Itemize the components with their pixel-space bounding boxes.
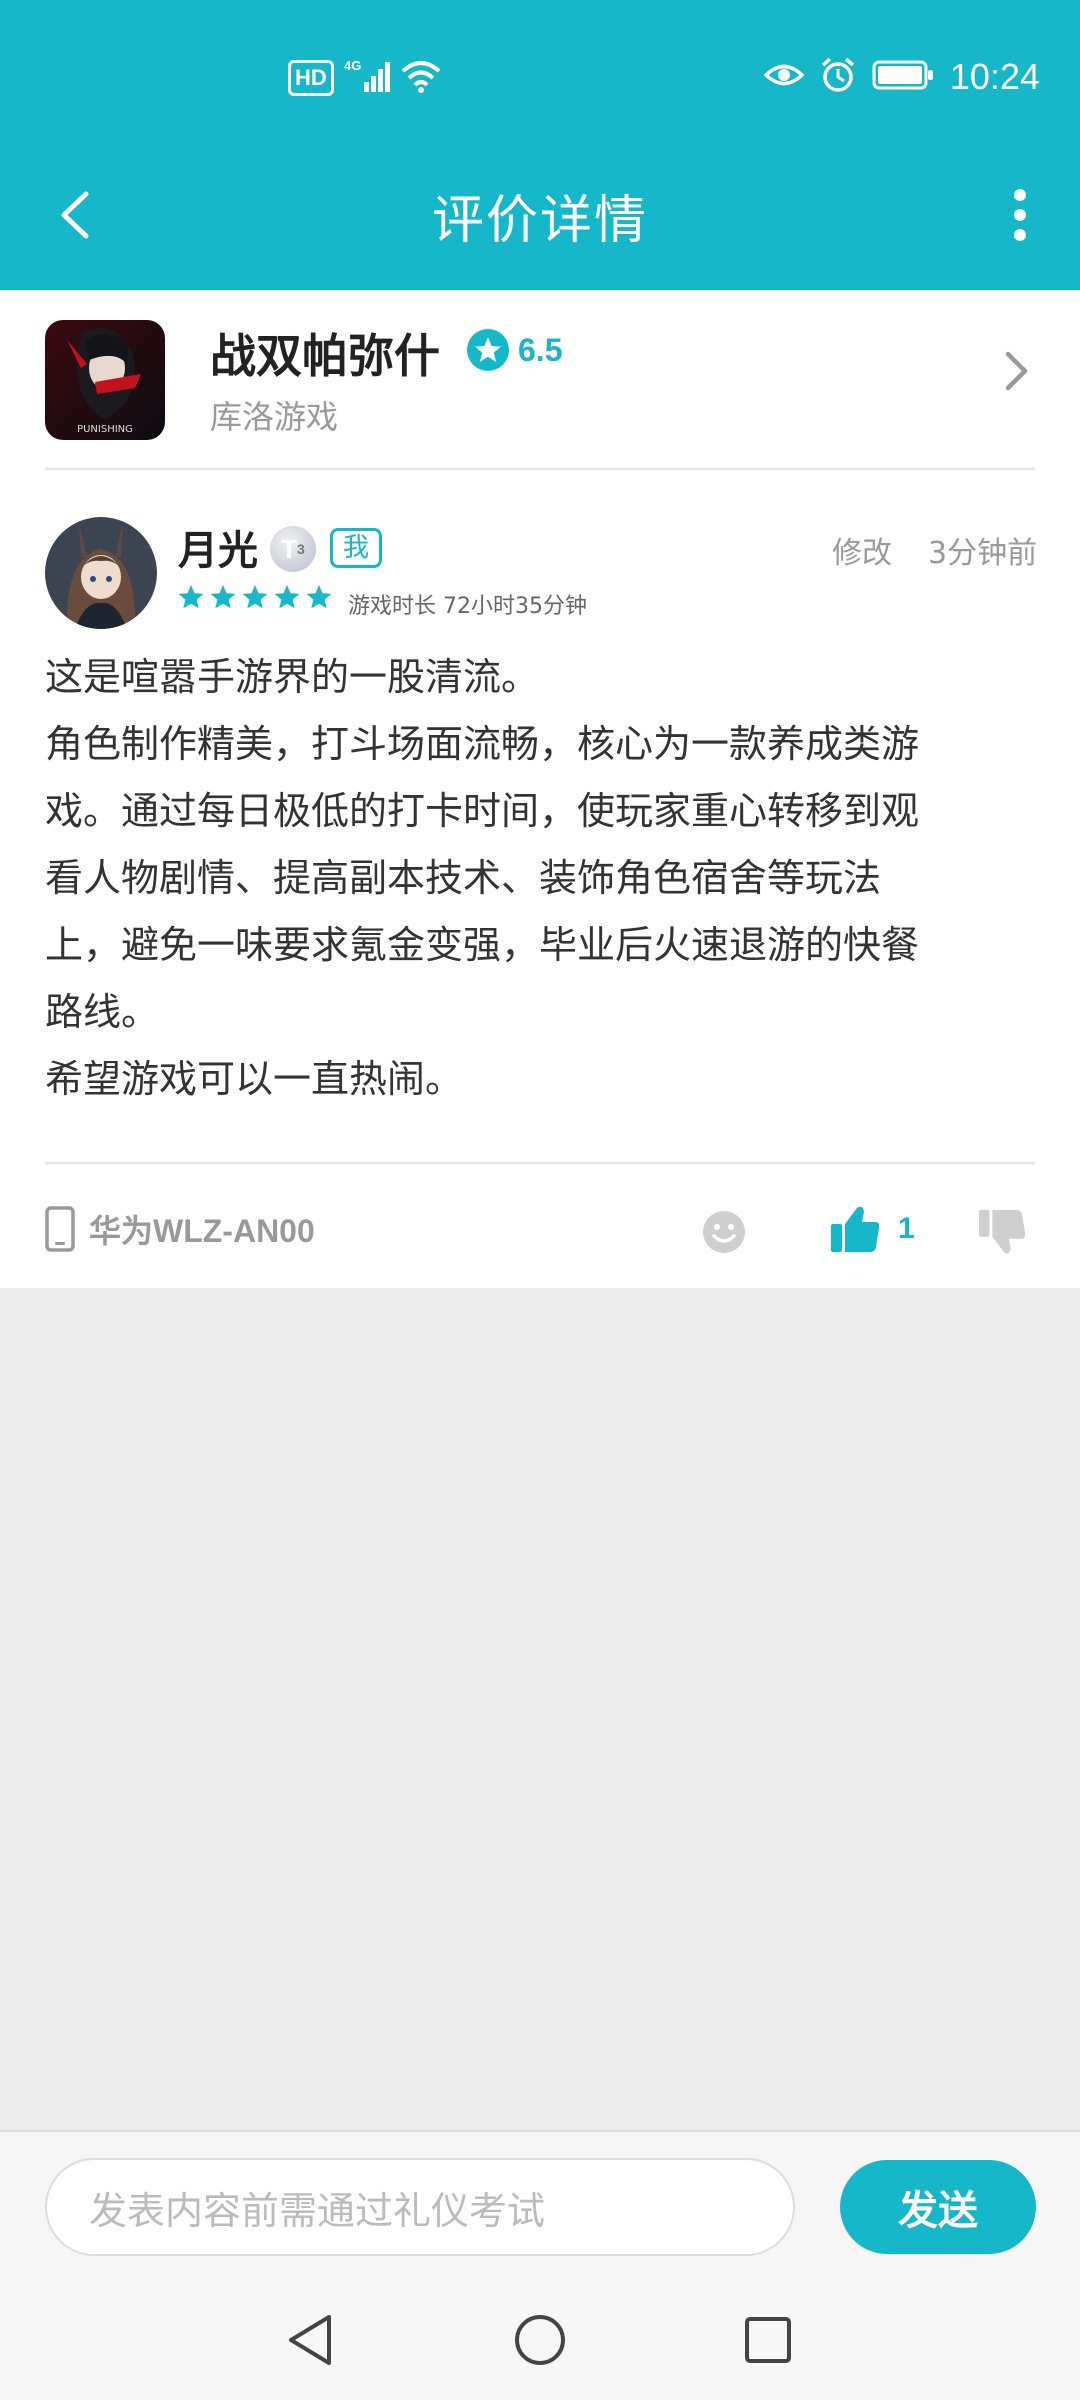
nav-back-button[interactable] bbox=[280, 2310, 340, 2370]
nav-home-button[interactable] bbox=[510, 2310, 570, 2370]
review-line: 这是喧嚣手游界的一股清流。 bbox=[45, 655, 540, 699]
review-line: 希望游戏可以一直热闹。 bbox=[45, 1057, 464, 1101]
thumbs-down-icon bbox=[978, 1209, 1026, 1254]
star-icon bbox=[210, 585, 236, 609]
more-button[interactable] bbox=[990, 180, 1050, 250]
status-right: 10:24 bbox=[763, 56, 1040, 98]
comment-bar: 发表内容前需通过礼仪考试 发送 bbox=[0, 2130, 1080, 2280]
eye-icon bbox=[763, 60, 805, 94]
avatar[interactable] bbox=[45, 517, 157, 629]
svg-text:PUNISHING: PUNISHING bbox=[77, 424, 133, 435]
divider bbox=[45, 1162, 1035, 1164]
level-badge-number: 3 bbox=[297, 541, 305, 557]
review-line: 戏。通过每日极低的打卡时间，使玩家重心转移到观 bbox=[45, 789, 920, 833]
status-bar: HD 4G 10:24 bbox=[0, 0, 1080, 160]
review-footer: 华为WLZ-AN00 1 bbox=[0, 1170, 1080, 1288]
emoji-button[interactable] bbox=[702, 1210, 746, 1258]
rating-value: 6.5 bbox=[518, 331, 563, 368]
system-nav-bar bbox=[0, 2280, 1080, 2400]
review-line: 上，避免一味要求氪金变强，毕业后火速退游的快餐 bbox=[45, 923, 920, 967]
star-badge-icon bbox=[467, 329, 509, 371]
wifi-icon bbox=[400, 59, 442, 97]
more-vertical-icon bbox=[1014, 189, 1026, 241]
star-icon bbox=[274, 585, 300, 609]
thumbs-up-icon bbox=[831, 1206, 880, 1252]
status-left: HD 4G bbox=[288, 58, 442, 98]
like-count: 1 bbox=[898, 1212, 915, 1245]
smiley-icon bbox=[703, 1211, 745, 1253]
game-rating: 6.5 bbox=[466, 328, 562, 372]
review-card: PUNISHING 战双帕弥什 6.5 库洛游戏 月光 T 3 我 修改 3分钟… bbox=[0, 290, 1080, 1288]
edit-button[interactable]: 修改 bbox=[832, 528, 892, 572]
phone-icon bbox=[45, 1206, 75, 1252]
review-line: 角色制作精美，打斗场面流畅，核心为一款养成类游 bbox=[45, 722, 920, 766]
star-icon bbox=[306, 585, 332, 609]
game-name[interactable]: 战双帕弥什 bbox=[210, 320, 440, 386]
game-icon[interactable]: PUNISHING bbox=[45, 320, 165, 440]
star-rating bbox=[178, 584, 332, 610]
dislike-button[interactable] bbox=[978, 1208, 1026, 1260]
me-badge: 我 bbox=[330, 528, 383, 568]
comment-input[interactable]: 发表内容前需通过礼仪考试 bbox=[45, 2158, 795, 2256]
game-info-row[interactable]: PUNISHING 战双帕弥什 6.5 库洛游戏 bbox=[0, 290, 1080, 470]
nav-recents-button[interactable] bbox=[738, 2310, 798, 2370]
svg-text:4G: 4G bbox=[344, 58, 361, 73]
user-name[interactable]: 月光 bbox=[178, 518, 258, 576]
star-icon bbox=[242, 585, 268, 609]
level-badge: T 3 bbox=[270, 526, 316, 572]
signal-icon: 4G bbox=[344, 58, 390, 98]
page-title: 评价详情 bbox=[431, 191, 648, 251]
circle-home-icon bbox=[515, 2315, 565, 2365]
square-recents-icon bbox=[745, 2317, 791, 2363]
hd-icon: HD bbox=[288, 60, 334, 96]
review-line: 看人物剧情、提高副本技术、装饰角色宿舍等玩法 bbox=[45, 856, 882, 900]
triangle-back-icon bbox=[289, 2315, 331, 2365]
like-button[interactable]: 1 bbox=[830, 1204, 915, 1254]
publisher-name: 库洛游戏 bbox=[210, 398, 339, 436]
device-info: 华为WLZ-AN00 bbox=[45, 1206, 315, 1252]
clock: 10:24 bbox=[949, 56, 1040, 97]
chevron-right-icon[interactable] bbox=[1004, 350, 1030, 396]
title-bar: 评价详情 bbox=[0, 160, 1080, 290]
send-button[interactable]: 发送 bbox=[840, 2160, 1036, 2254]
header: HD 4G 10:24 评价详情 bbox=[0, 0, 1080, 290]
device-label: 华为WLZ-AN00 bbox=[89, 1213, 315, 1249]
alarm-icon bbox=[820, 57, 856, 97]
battery-icon bbox=[872, 60, 934, 94]
review-line: 路线。 bbox=[45, 990, 160, 1034]
divider bbox=[45, 468, 1035, 470]
playtime: 游戏时长 72小时35分钟 bbox=[348, 594, 587, 619]
star-icon bbox=[178, 585, 204, 609]
review-time: 3分钟前 bbox=[928, 536, 1038, 571]
level-badge-letter: T bbox=[281, 533, 298, 564]
review-body: 这是喧嚣手游界的一股清流。角色制作精美，打斗场面流畅，核心为一款养成类游 戏。通过… bbox=[45, 644, 1040, 1113]
